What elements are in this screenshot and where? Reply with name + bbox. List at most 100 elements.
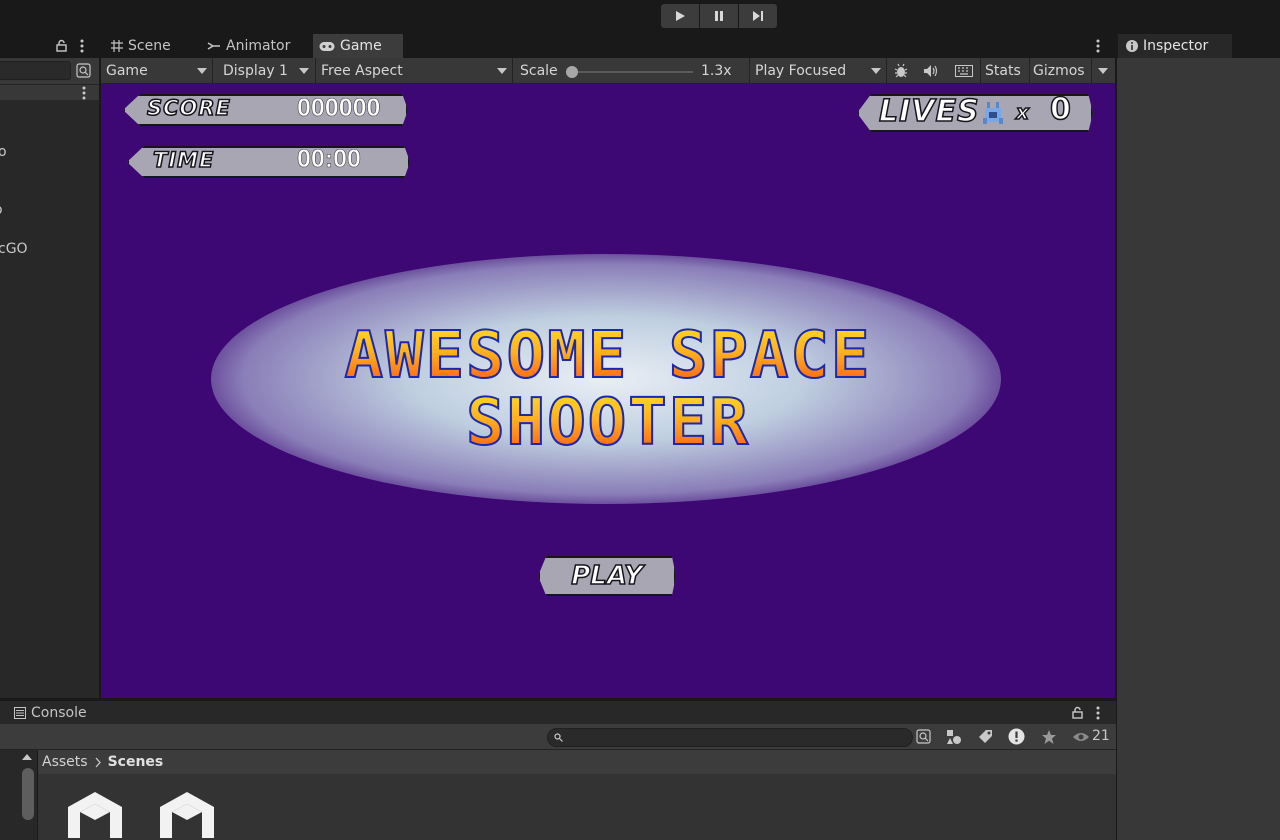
center-tab-bar: Scene Animator Game <box>101 34 1115 58</box>
step-icon <box>753 11 763 21</box>
hierarchy-item[interactable]: o <box>0 144 7 160</box>
tab-label: Game <box>340 38 382 54</box>
chevron-down-icon <box>299 68 309 74</box>
tab-console[interactable]: Console <box>14 701 104 725</box>
shortcuts-button[interactable] <box>952 58 976 84</box>
chevron-down-icon <box>197 68 207 74</box>
display-dropdown[interactable]: Display 1 <box>223 58 313 84</box>
unity-scene-icon[interactable] <box>156 790 218 840</box>
project-folder-tree <box>0 750 38 840</box>
scale-label: Scale <box>520 63 558 79</box>
scale-slider-track[interactable] <box>571 71 693 73</box>
lock-icon[interactable] <box>56 39 67 52</box>
console-tab-bar: Console <box>0 700 1116 724</box>
play-controls <box>661 4 777 28</box>
console-icon <box>14 707 26 719</box>
info-icon <box>1126 40 1138 52</box>
search-options-icon[interactable] <box>916 729 931 744</box>
project-assets-grid <box>38 774 1116 840</box>
debug-button[interactable] <box>890 58 912 84</box>
scroll-up-arrow[interactable] <box>22 754 32 760</box>
tab-game[interactable]: Game <box>313 34 403 58</box>
view-dropdown-label: Game <box>106 63 148 79</box>
play-game-label: PLAY <box>570 560 643 592</box>
console-toolbar: 21 <box>0 724 1116 750</box>
unity-scene-icon[interactable] <box>64 790 126 840</box>
filter-type-icon[interactable] <box>946 729 962 745</box>
tab-label: Inspector <box>1143 38 1209 54</box>
kebab-menu-icon[interactable] <box>82 86 86 100</box>
gizmos-dropdown[interactable] <box>1098 58 1108 84</box>
hierarchy-item[interactable]: o <box>0 202 3 218</box>
view-dropdown[interactable]: Game <box>106 58 211 84</box>
tab-label: Animator <box>226 38 291 54</box>
ship-icon <box>983 102 1003 124</box>
chevron-down-icon <box>497 68 507 74</box>
game-view-toolbar: Game Display 1 Free Aspect Scale 1.3x Pl… <box>101 58 1115 84</box>
tab-inspector[interactable]: Inspector <box>1118 34 1232 58</box>
game-title-line2: SHOOTER <box>101 385 1115 461</box>
gizmos-button[interactable]: Gizmos <box>1033 58 1085 84</box>
search-options-icon[interactable] <box>76 63 91 78</box>
score-value: 000000 <box>297 94 381 123</box>
lives-value: 0 <box>1049 91 1072 128</box>
time-value: 00:00 <box>297 145 362 174</box>
play-mode-dropdown[interactable]: Play Focused <box>755 58 883 84</box>
hidden-count: 21 <box>1092 728 1110 744</box>
hierarchy-scene-header <box>0 84 99 100</box>
display-dropdown-label: Display 1 <box>223 63 288 79</box>
gamepad-icon <box>319 41 335 51</box>
keyboard-icon <box>955 65 973 77</box>
time-label: TIME <box>152 147 215 173</box>
search-icon <box>554 733 563 742</box>
hierarchy-tab-bar <box>0 34 99 58</box>
chevron-down-icon <box>1098 68 1108 74</box>
kebab-menu-icon[interactable] <box>1096 706 1100 720</box>
scrollbar-thumb[interactable] <box>22 768 34 820</box>
animator-icon <box>207 42 220 50</box>
lives-label: LIVES <box>878 93 980 130</box>
hierarchy-search-row <box>0 58 99 84</box>
play-mode-label: Play Focused <box>755 63 847 79</box>
step-button[interactable] <box>739 4 777 28</box>
hierarchy-panel: o o cGO <box>0 34 100 698</box>
kebab-menu-icon[interactable] <box>80 39 84 53</box>
tab-scene[interactable]: Scene <box>111 34 201 58</box>
error-icon[interactable] <box>1008 728 1025 745</box>
tab-label: Console <box>31 705 87 721</box>
breadcrumb-scenes[interactable]: Scenes <box>108 754 164 770</box>
main-toolbar <box>0 0 1280 34</box>
aspect-dropdown-label: Free Aspect <box>321 63 403 79</box>
star-icon[interactable] <box>1041 729 1057 745</box>
grid-icon <box>111 40 123 52</box>
aspect-dropdown[interactable]: Free Aspect <box>321 58 511 84</box>
game-viewport[interactable]: SCORE 000000 TIME 00:00 LIVES x 0 AWESOM… <box>101 84 1115 698</box>
lives-multiplier: x <box>1015 99 1030 125</box>
eye-icon[interactable] <box>1072 731 1090 743</box>
play-button[interactable] <box>661 4 699 28</box>
hierarchy-search-input[interactable] <box>0 61 71 80</box>
console-search-input[interactable] <box>547 728 913 747</box>
scale-value: 1.3x <box>701 63 732 79</box>
game-title-line1: AWESOME SPACE <box>101 318 1115 394</box>
bug-icon <box>894 63 908 78</box>
inspector-tab-bar: Inspector <box>1116 34 1280 58</box>
hierarchy-item[interactable]: cGO <box>0 241 28 257</box>
tab-label: Scene <box>128 38 171 54</box>
tab-animator[interactable]: Animator <box>207 34 307 58</box>
breadcrumb: Assets Scenes <box>38 750 1116 774</box>
inspector-panel <box>1116 58 1280 840</box>
tag-icon[interactable] <box>978 729 993 744</box>
breadcrumb-assets[interactable]: Assets <box>42 754 88 770</box>
score-label: SCORE <box>146 95 231 121</box>
play-icon <box>676 11 685 21</box>
pause-button[interactable] <box>700 4 738 28</box>
lock-icon[interactable] <box>1072 706 1083 719</box>
kebab-menu-icon[interactable] <box>1096 39 1100 53</box>
scale-slider-handle[interactable] <box>566 66 578 78</box>
chevron-right-icon <box>95 757 101 767</box>
chevron-down-icon <box>871 68 881 74</box>
mute-audio-button[interactable] <box>920 58 942 84</box>
play-game-button[interactable]: PLAY <box>538 556 676 596</box>
stats-button[interactable]: Stats <box>985 58 1021 84</box>
